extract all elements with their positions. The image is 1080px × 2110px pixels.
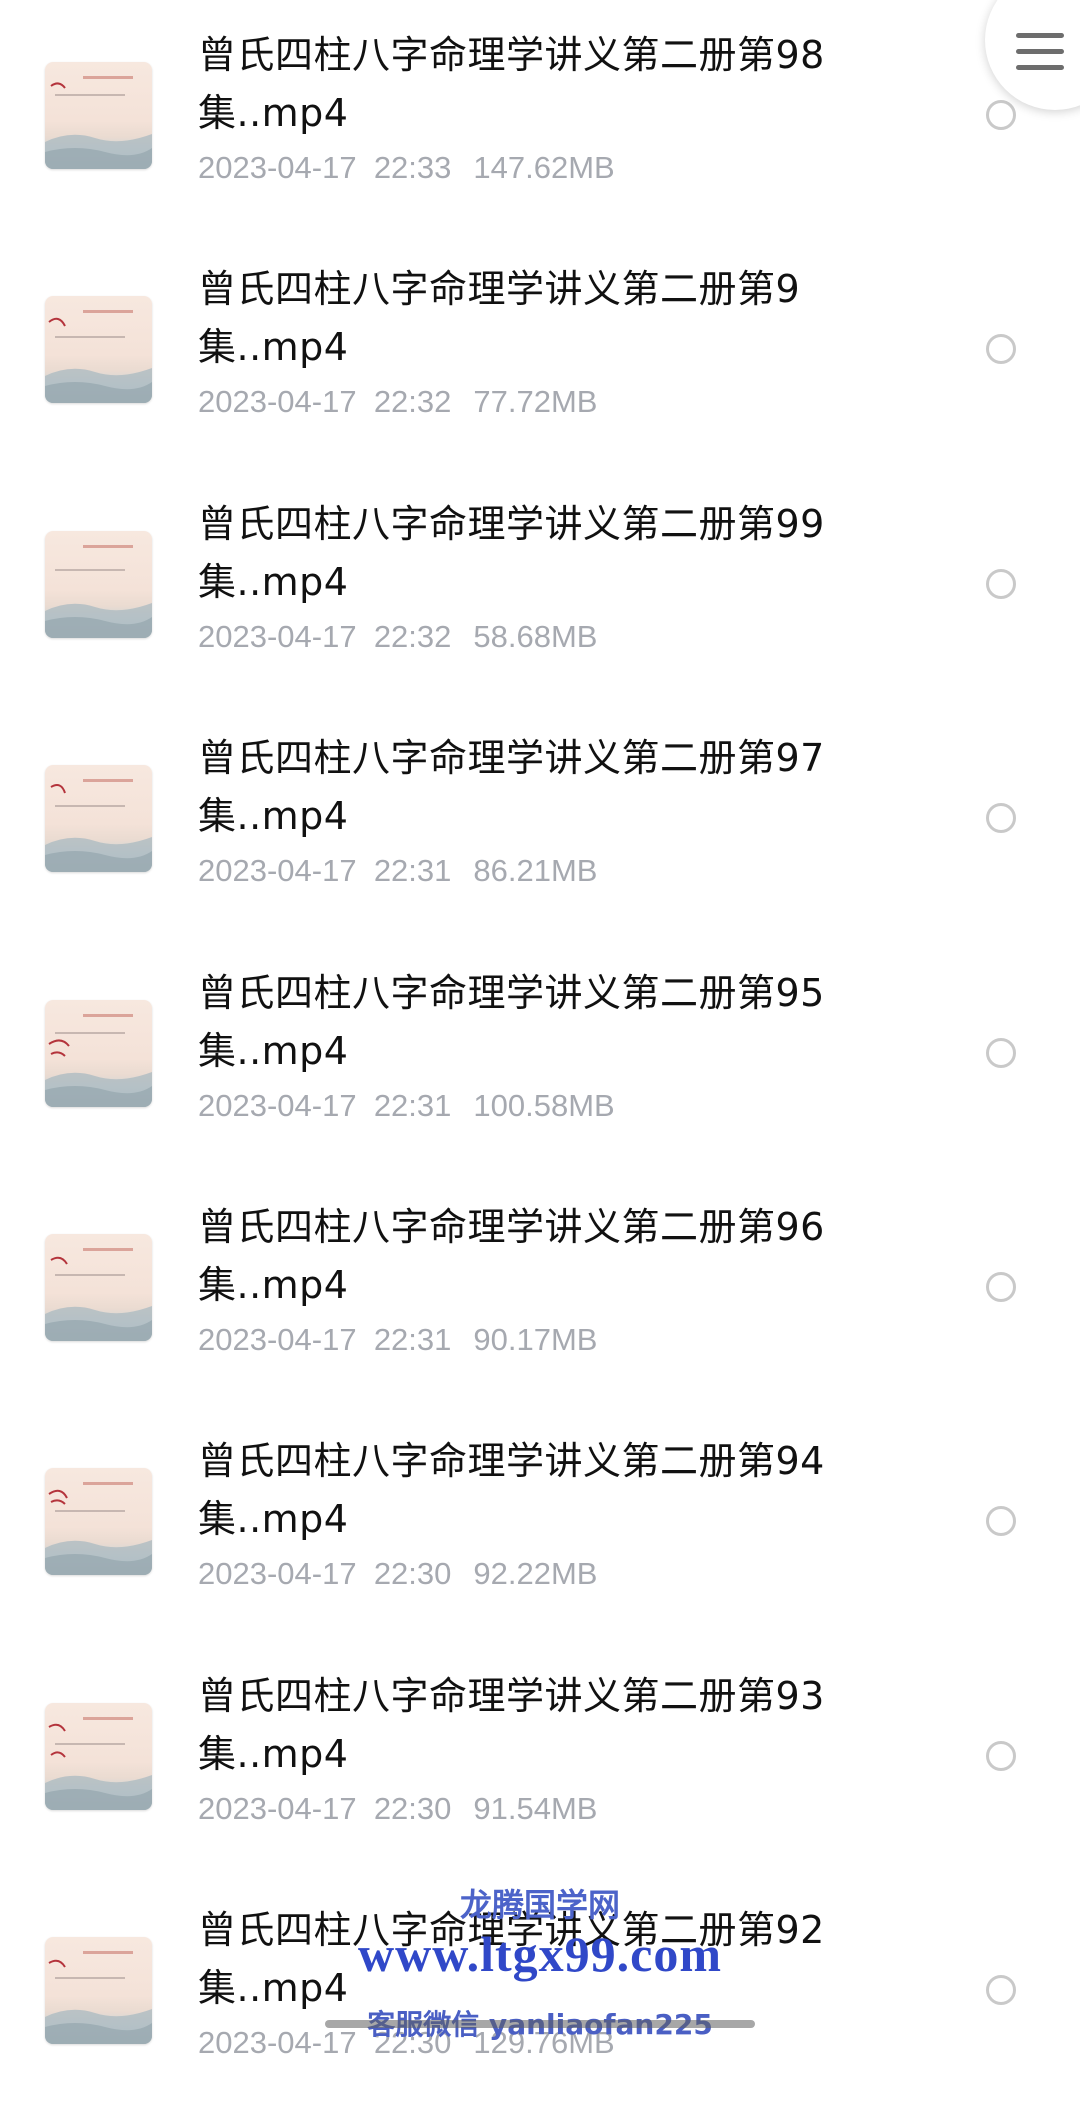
file-list: 曾氏四柱八字命理学讲义第二册第98集..mp4 2023-04-17 22:33… <box>0 0 1080 2060</box>
video-thumbnail[interactable] <box>45 1000 152 1107</box>
video-thumbnail[interactable] <box>45 531 152 638</box>
file-row[interactable]: 曾氏四柱八字命理学讲义第二册第99集..mp4 2023-04-17 22:32… <box>0 469 1080 704</box>
file-row[interactable]: 曾氏四柱八字命理学讲义第二册第93集..mp4 2023-04-17 22:30… <box>0 1641 1080 1876</box>
select-radio-icon[interactable] <box>986 1038 1016 1068</box>
file-name: 曾氏四柱八字命理学讲义第二册第95集..mp4 <box>198 971 825 1073</box>
file-meta: 2023-04-17 22:30 129.76MB <box>198 2025 615 2061</box>
file-date: 2023-04-17 <box>198 384 357 419</box>
file-size: 91.54MB <box>473 1791 598 1826</box>
file-size: 86.21MB <box>473 853 598 888</box>
file-meta: 2023-04-17 22:32 58.68MB <box>198 619 597 655</box>
file-name: 曾氏四柱八字命理学讲义第二册第98集..mp4 <box>198 33 825 135</box>
file-meta: 2023-04-17 22:31 100.58MB <box>198 1088 615 1124</box>
file-meta: 2023-04-17 22:31 86.21MB <box>198 853 597 889</box>
file-row[interactable]: 曾氏四柱八字命理学讲义第二册第95集..mp4 2023-04-17 22:31… <box>0 938 1080 1173</box>
video-thumbnail[interactable] <box>45 765 152 872</box>
file-row[interactable]: 曾氏四柱八字命理学讲义第二册第98集..mp4 2023-04-17 22:33… <box>0 0 1080 235</box>
video-thumbnail[interactable] <box>45 1703 152 1810</box>
video-thumbnail[interactable] <box>45 1468 152 1575</box>
file-row[interactable]: 曾氏四柱八字命理学讲义第二册第92集..mp4 2023-04-17 22:30… <box>0 1875 1080 2110</box>
file-name: 曾氏四柱八字命理学讲义第二册第99集..mp4 <box>198 502 825 604</box>
file-size: 77.72MB <box>473 384 598 419</box>
file-name: 曾氏四柱八字命理学讲义第二册第97集..mp4 <box>198 736 825 838</box>
file-name: 曾氏四柱八字命理学讲义第二册第93集..mp4 <box>198 1674 825 1776</box>
file-size: 92.22MB <box>473 1556 598 1591</box>
file-size: 58.68MB <box>473 619 598 654</box>
file-date: 2023-04-17 <box>198 1791 357 1826</box>
select-radio-icon[interactable] <box>986 1506 1016 1536</box>
file-date: 2023-04-17 <box>198 1556 357 1591</box>
file-meta: 2023-04-17 22:30 92.22MB <box>198 1556 597 1592</box>
file-size: 129.76MB <box>473 2025 615 2060</box>
file-date: 2023-04-17 <box>198 2025 357 2060</box>
file-time: 22:32 <box>373 384 452 419</box>
file-row[interactable]: 曾氏四柱八字命理学讲义第二册第9集..mp4 2023-04-17 22:32 7… <box>0 234 1080 469</box>
file-date: 2023-04-17 <box>198 150 357 185</box>
video-thumbnail[interactable] <box>45 62 152 169</box>
file-row[interactable]: 曾氏四柱八字命理学讲义第二册第97集..mp4 2023-04-17 22:31… <box>0 703 1080 938</box>
select-radio-icon[interactable] <box>986 1272 1016 1302</box>
video-thumbnail[interactable] <box>45 1234 152 1341</box>
file-size: 90.17MB <box>473 1322 598 1357</box>
select-radio-icon[interactable] <box>986 803 1016 833</box>
file-name: 曾氏四柱八字命理学讲义第二册第9集..mp4 <box>198 267 801 369</box>
select-radio-icon[interactable] <box>986 1975 1016 2005</box>
file-name: 曾氏四柱八字命理学讲义第二册第96集..mp4 <box>198 1205 825 1307</box>
video-thumbnail[interactable] <box>45 296 152 403</box>
file-meta: 2023-04-17 22:33 147.62MB <box>198 150 615 186</box>
home-indicator[interactable] <box>325 2020 755 2028</box>
file-meta: 2023-04-17 22:31 90.17MB <box>198 1322 597 1358</box>
file-time: 22:30 <box>373 2025 452 2060</box>
file-size: 100.58MB <box>473 1088 615 1123</box>
file-time: 22:32 <box>373 619 452 654</box>
file-time: 22:30 <box>373 1556 452 1591</box>
file-meta: 2023-04-17 22:32 77.72MB <box>198 384 597 420</box>
file-meta: 2023-04-17 22:30 91.54MB <box>198 1791 597 1827</box>
file-size: 147.62MB <box>473 150 615 185</box>
file-name: 曾氏四柱八字命理学讲义第二册第92集..mp4 <box>198 1908 825 2010</box>
file-time: 22:31 <box>373 853 452 888</box>
file-date: 2023-04-17 <box>198 1088 357 1123</box>
file-row[interactable]: 曾氏四柱八字命理学讲义第二册第94集..mp4 2023-04-17 22:30… <box>0 1406 1080 1641</box>
file-time: 22:31 <box>373 1322 452 1357</box>
select-radio-icon[interactable] <box>986 100 1016 130</box>
file-time: 22:31 <box>373 1088 452 1123</box>
select-radio-icon[interactable] <box>986 569 1016 599</box>
file-date: 2023-04-17 <box>198 853 357 888</box>
file-date: 2023-04-17 <box>198 1322 357 1357</box>
select-radio-icon[interactable] <box>986 1741 1016 1771</box>
file-date: 2023-04-17 <box>198 619 357 654</box>
file-time: 22:30 <box>373 1791 452 1826</box>
file-name: 曾氏四柱八字命理学讲义第二册第94集..mp4 <box>198 1439 825 1541</box>
select-radio-icon[interactable] <box>986 334 1016 364</box>
file-time: 22:33 <box>373 150 452 185</box>
video-thumbnail[interactable] <box>45 1937 152 2044</box>
file-row[interactable]: 曾氏四柱八字命理学讲义第二册第96集..mp4 2023-04-17 22:31… <box>0 1172 1080 1407</box>
